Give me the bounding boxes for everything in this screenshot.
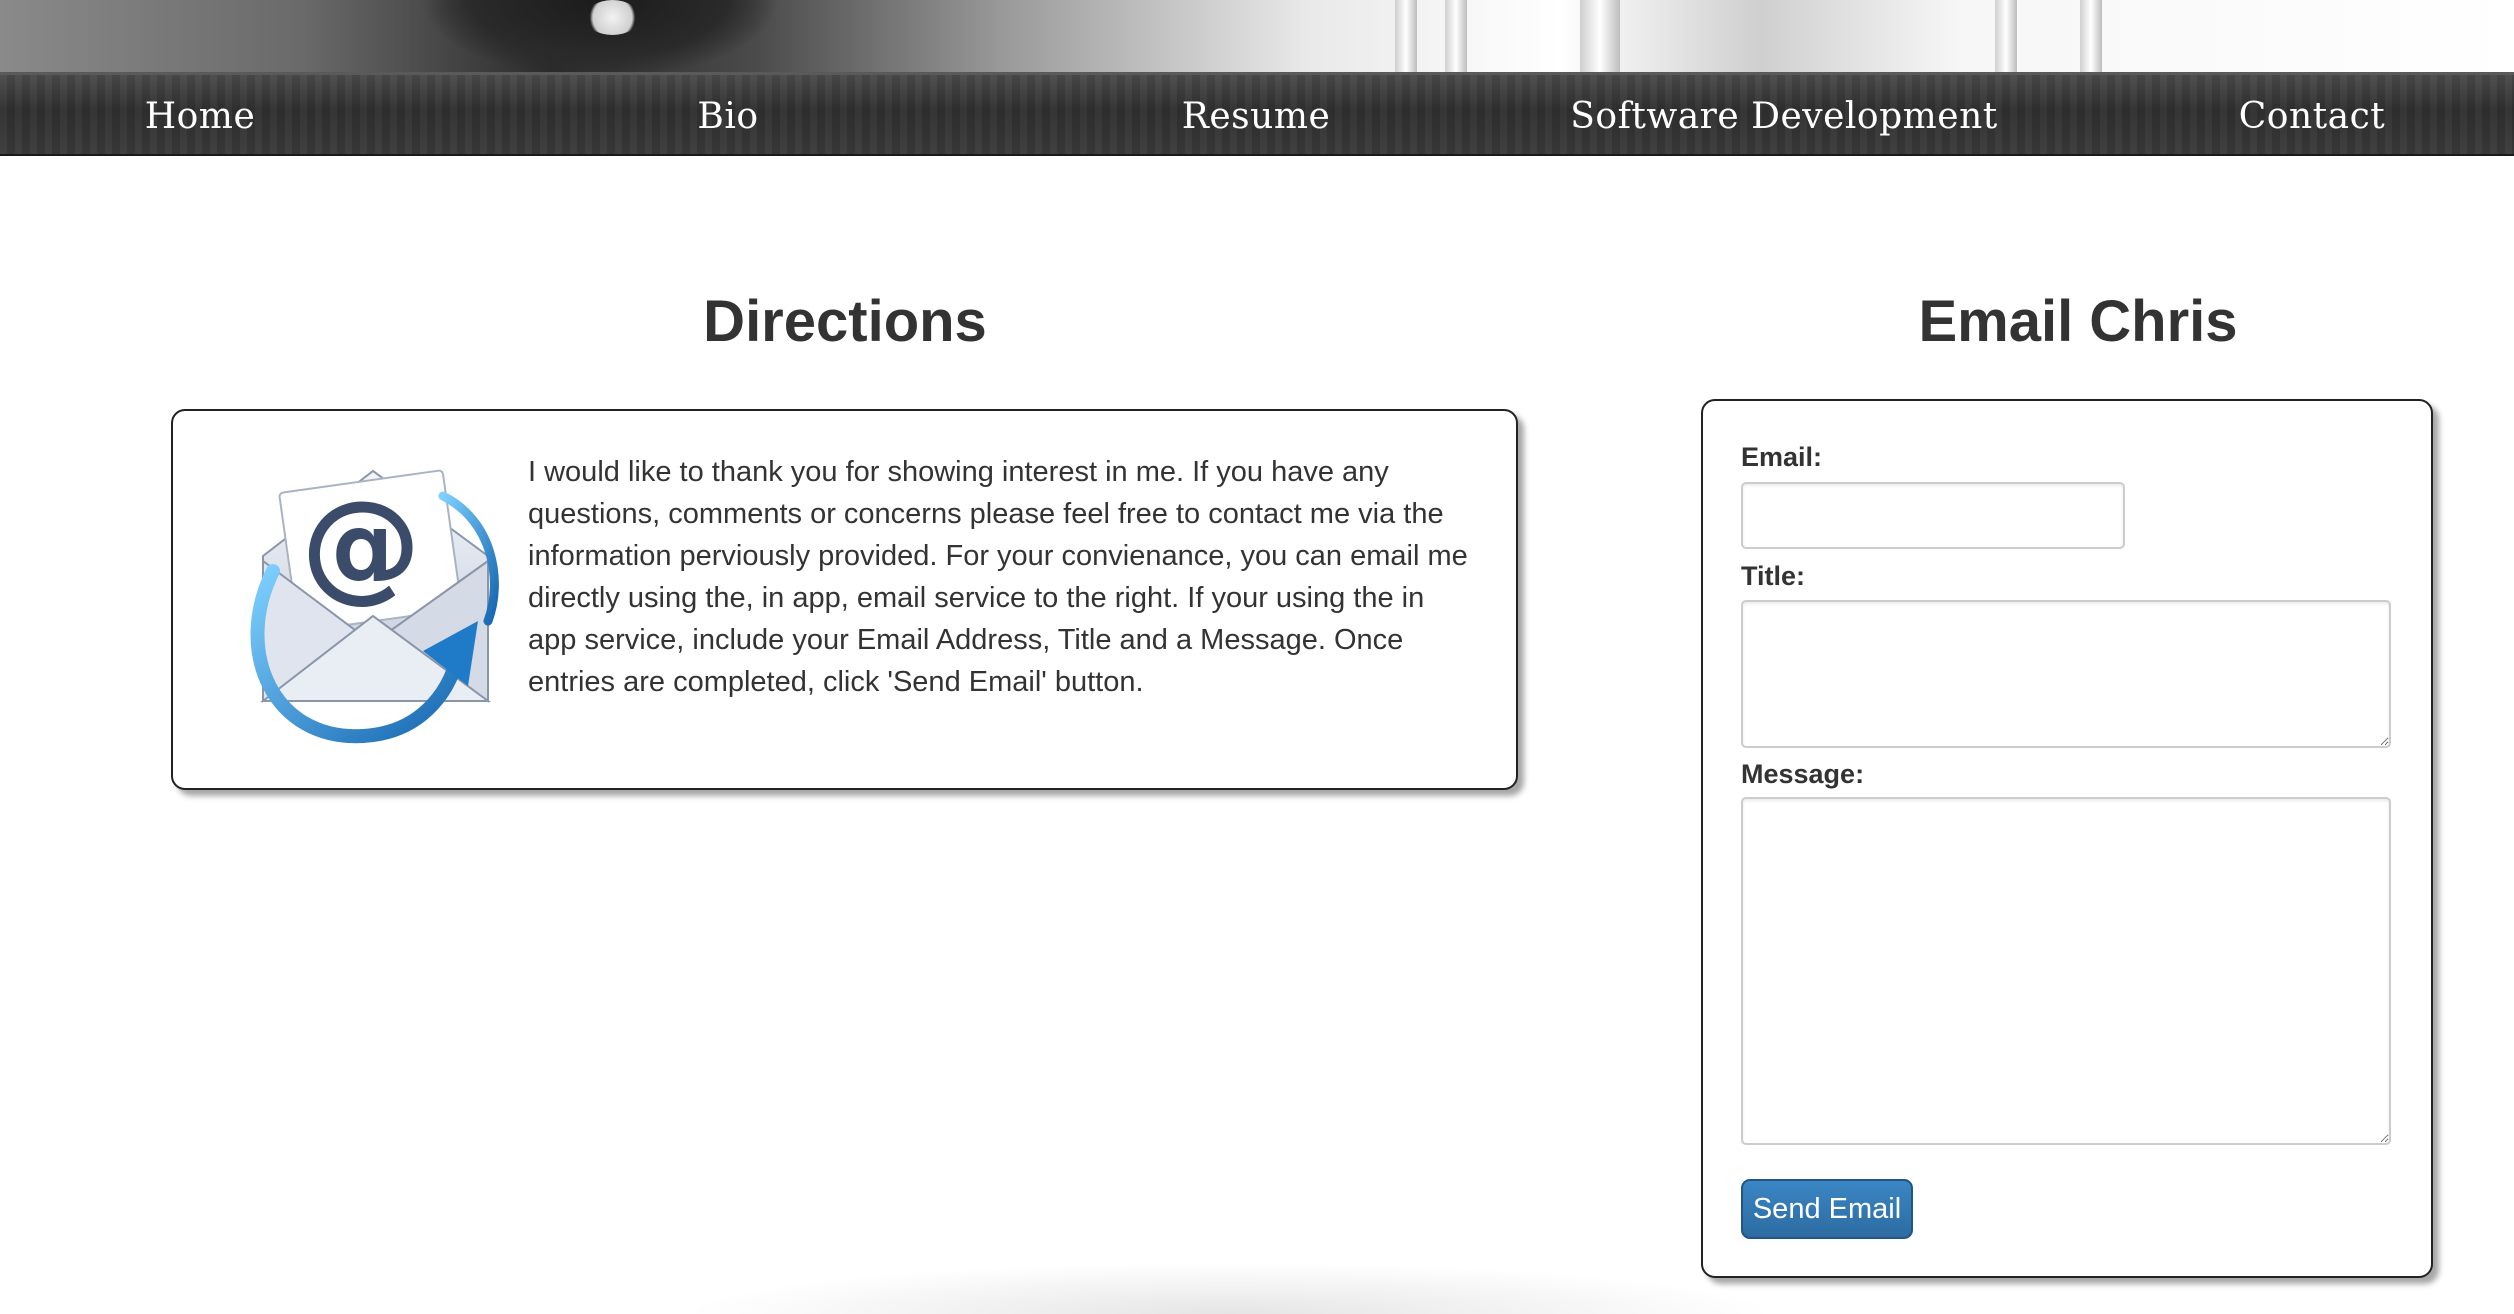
send-email-button[interactable]: Send Email: [1741, 1179, 1913, 1239]
photo-column-shape: [1995, 0, 2017, 72]
main-nav: Home Bio Resume Software Development Con…: [0, 72, 2514, 156]
nav-software-development[interactable]: Software Development: [1570, 95, 1998, 139]
photo-column-shape: [1445, 0, 1467, 72]
email-label: Email:: [1741, 442, 1823, 472]
photo-column-shape: [2080, 0, 2102, 72]
title-label: Title:: [1741, 561, 1806, 591]
email-heading: Email Chris: [1918, 289, 2238, 354]
directions-text: I would like to thank you for showing in…: [528, 456, 1468, 698]
page-bottom-shadow: [680, 1262, 1780, 1314]
nav-contact[interactable]: Contact: [2239, 95, 2385, 139]
photo-column-shape: [1580, 0, 1620, 72]
directions-heading: Directions: [703, 289, 987, 354]
nav-home[interactable]: Home: [145, 95, 256, 139]
nav-bio[interactable]: Bio: [697, 95, 758, 139]
message-textarea[interactable]: [1741, 797, 2391, 1145]
directions-panel: @ I would like to thank you for showing …: [171, 409, 1518, 790]
email-envelope-icon: @: [243, 451, 503, 751]
header-photo: [0, 0, 2514, 72]
title-textarea[interactable]: [1741, 600, 2391, 748]
message-label: Message:: [1741, 759, 1865, 789]
photo-boutonniere-shape: [585, 0, 640, 35]
photo-column-shape: [1395, 0, 1417, 72]
email-input[interactable]: [1741, 482, 2125, 549]
svg-text:@: @: [301, 476, 421, 615]
nav-resume[interactable]: Resume: [1182, 95, 1331, 139]
email-form: Email: Title: Message: Send Email: [1701, 399, 2433, 1278]
